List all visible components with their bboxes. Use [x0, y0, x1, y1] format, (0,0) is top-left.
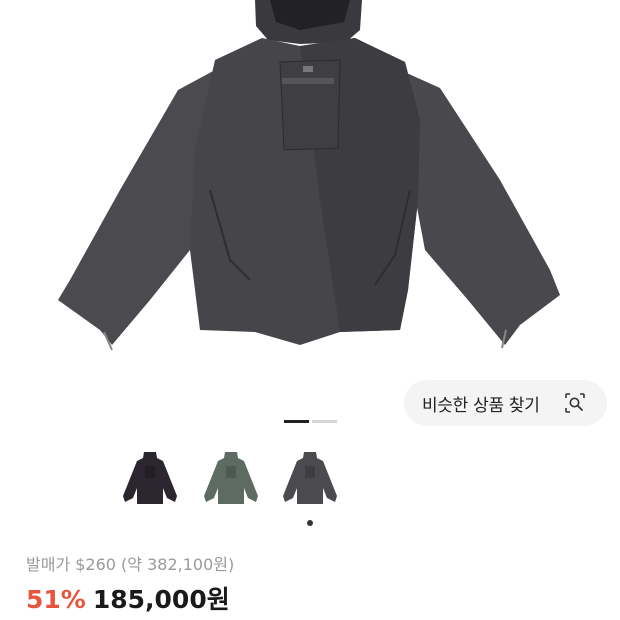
thumbnail-green[interactable] [198, 448, 264, 514]
thumbnail-grey[interactable] [277, 448, 343, 514]
gallery-indicator-active [284, 420, 309, 423]
find-similar-label: 비슷한 상품 찾기 [422, 395, 540, 416]
price-row: 51% 185,000원 [26, 580, 230, 616]
jacket-illustration [58, 0, 560, 351]
thumbnail-black[interactable] [117, 448, 183, 514]
gallery-indicator [312, 420, 337, 423]
selected-thumbnail-dot [307, 520, 313, 526]
product-image[interactable] [0, 0, 620, 360]
visual-search-icon [565, 393, 585, 413]
discount-rate: 51% [26, 585, 86, 614]
release-price: 발매가 $260 (약 382,100원) [26, 555, 235, 574]
find-similar-button[interactable]: 비슷한 상품 찾기 [404, 380, 607, 426]
sale-price: 185,000원 [92, 585, 230, 614]
